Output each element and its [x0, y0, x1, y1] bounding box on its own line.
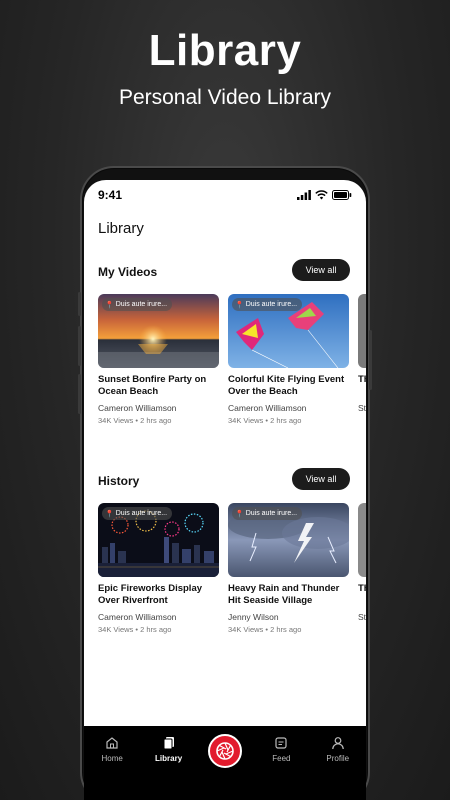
location-badge-text: Duis aute irure... [245, 510, 298, 517]
tab-library-label: Library [155, 754, 183, 763]
video-card[interactable]: 📍 Duis aute irure... Colorful Kite Flyin… [228, 294, 349, 425]
view-all-history-button[interactable]: View all [292, 468, 350, 490]
tab-feed[interactable]: Feed [256, 736, 306, 763]
location-badge: 📍 Duis aute irure... [232, 507, 303, 520]
phone-side-button [78, 292, 81, 316]
location-pin-icon: 📍 [235, 301, 244, 309]
record-button[interactable] [200, 734, 250, 768]
video-thumbnail: 📍 Duis aute irure... [98, 503, 219, 577]
video-thumbnail: 📍 Duis aute irure... [98, 294, 219, 368]
location-pin-icon: 📍 [105, 510, 114, 518]
video-thumbnail: 📍 Duis aute irure... [228, 503, 349, 577]
video-card-partial[interactable]: Th Th St [358, 294, 366, 413]
video-author: St [358, 403, 366, 413]
video-author: St [358, 612, 366, 622]
tab-feed-label: Feed [272, 754, 291, 763]
home-icon [106, 737, 118, 749]
location-badge-text: Duis aute irure... [115, 510, 168, 517]
video-thumbnail [358, 294, 366, 368]
video-title: Heavy Rain and Thunder Hit Seaside Villa… [228, 583, 340, 606]
battery-icon [332, 190, 352, 200]
app-screen: 9:41 Library My Videos View all 📍 Duis a… [84, 180, 366, 800]
location-badge-text: Duis aute irure... [115, 301, 168, 308]
status-time: 9:41 [98, 188, 123, 202]
location-badge-text: Duis aute irure... [245, 301, 298, 308]
camera-shutter-icon [207, 734, 242, 768]
video-author: Cameron Williamson [228, 403, 307, 413]
tab-home-label: Home [101, 754, 123, 763]
video-card[interactable]: 📍 Duis aute irure... Sunset Bonfire Part… [98, 294, 219, 425]
video-meta: 34K Views • 2 hrs ago [98, 416, 172, 425]
phone-side-button [78, 326, 81, 366]
section-title-history: History [98, 474, 140, 488]
phone-side-button [369, 330, 372, 390]
video-title: Sunset Bonfire Party on Ocean Beach [98, 374, 207, 397]
video-card[interactable]: 📍 Duis aute irure... Heavy Rain and Thun… [228, 503, 349, 634]
page-title: Library [98, 220, 144, 237]
tab-home[interactable]: Home [87, 736, 137, 763]
video-thumbnail [358, 503, 366, 577]
video-title: Th Th [358, 583, 366, 594]
video-author: Cameron Williamson [98, 403, 177, 413]
tab-profile-label: Profile [326, 754, 350, 763]
location-pin-icon: 📍 [235, 510, 244, 518]
video-title: Colorful Kite Flying Event Over the Beac… [228, 374, 345, 397]
wifi-icon [315, 190, 328, 200]
location-badge: 📍 Duis aute irure... [102, 507, 173, 520]
promo-title: Library [148, 26, 302, 75]
location-badge: 📍 Duis aute irure... [102, 298, 173, 311]
video-card-partial[interactable]: Th Th St [358, 503, 366, 622]
view-all-my-videos-button[interactable]: View all [292, 259, 350, 281]
video-meta: 34K Views • 2 hrs ago [98, 625, 172, 634]
library-icon [163, 737, 174, 750]
video-author: Jenny Wilson [228, 612, 279, 622]
video-title: Th Th [358, 374, 366, 385]
profile-icon [331, 737, 344, 750]
video-meta: 34K Views • 2 hrs ago [228, 625, 302, 634]
tab-library[interactable]: Library [144, 736, 194, 763]
section-title-my-videos: My Videos [98, 265, 158, 279]
feed-icon [275, 737, 287, 749]
signal-icon [297, 190, 311, 200]
video-thumbnail: 📍 Duis aute irure... [228, 294, 349, 368]
promo-subtitle: Personal Video Library [118, 86, 332, 109]
phone-side-button [78, 374, 81, 414]
video-title: Epic Fireworks Display Over Riverfront [98, 583, 203, 606]
video-card[interactable]: 📍 Duis aute irure... Epic Fireworks Disp… [98, 503, 219, 634]
location-badge: 📍 Duis aute irure... [232, 298, 303, 311]
video-author: Cameron Williamson [98, 612, 177, 622]
status-bar: 9:41 [98, 188, 352, 202]
location-pin-icon: 📍 [105, 301, 114, 309]
bottom-tab-bar: Home Library Feed Profile [84, 726, 366, 800]
video-meta: 34K Views • 2 hrs ago [228, 416, 302, 425]
tab-profile[interactable]: Profile [313, 736, 363, 763]
